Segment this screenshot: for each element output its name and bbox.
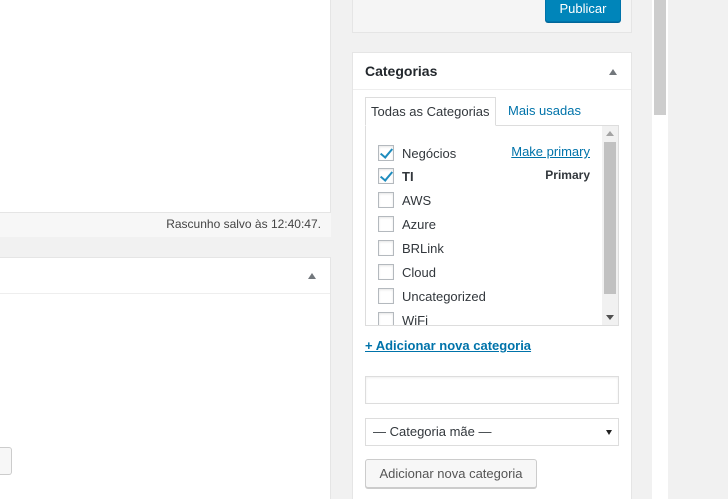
category-item-ti[interactable]: TI <box>378 167 414 185</box>
categories-title: Categorias <box>365 63 438 79</box>
primary-badge: Primary <box>545 168 590 182</box>
publish-button[interactable]: Publicar <box>545 0 621 22</box>
category-label: TI <box>402 168 414 184</box>
category-checkbox[interactable] <box>378 264 394 280</box>
left-metabox <box>0 257 331 499</box>
category-checkbox[interactable] <box>378 145 394 161</box>
scroll-up-arrow-icon[interactable] <box>606 131 614 136</box>
category-item-brlink[interactable]: BRLink <box>378 239 444 257</box>
new-category-name-input[interactable] <box>365 376 619 404</box>
category-checkbox[interactable] <box>378 288 394 304</box>
category-checkbox[interactable] <box>378 192 394 208</box>
category-item-uncategorized[interactable]: Uncategorized <box>378 287 486 305</box>
category-label: Uncategorized <box>402 288 486 304</box>
add-new-category-link[interactable]: + Adicionar nova categoria <box>365 338 531 353</box>
category-checkbox[interactable] <box>378 312 394 325</box>
category-label: WiFi <box>402 312 428 326</box>
left-partial-button[interactable] <box>0 447 12 475</box>
make-primary-link[interactable]: Make primary <box>511 144 590 159</box>
category-item-azure[interactable]: Azure <box>378 215 436 233</box>
parent-category-select-value: — Categoria mãe — <box>373 424 492 439</box>
category-item-negocios[interactable]: Negócios <box>378 144 456 162</box>
editor-area[interactable]: Rascunho salvo às 12:40:47. <box>0 0 331 237</box>
parent-category-select[interactable]: — Categoria mãe — <box>365 418 619 446</box>
collapse-arrow-icon[interactable] <box>308 273 316 279</box>
draft-saved-status: Rascunho salvo às 12:40:47. <box>166 217 321 231</box>
categories-header[interactable]: Categorias <box>353 53 631 90</box>
category-label: Negócios <box>402 145 457 161</box>
category-label: Cloud <box>402 264 436 280</box>
page-scrollbar-thumb[interactable] <box>654 0 666 115</box>
page-scrollbar[interactable] <box>652 0 668 499</box>
tab-most-used[interactable]: Mais usadas <box>508 103 581 118</box>
category-list-scrollbar[interactable] <box>602 126 618 325</box>
tab-all-categories[interactable]: Todas as Categorias <box>365 97 496 126</box>
category-item-aws[interactable]: AWS <box>378 191 431 209</box>
left-metabox-header[interactable] <box>0 258 330 294</box>
category-checkbox[interactable] <box>378 216 394 232</box>
category-checkbox[interactable] <box>378 240 394 256</box>
category-checkbox[interactable] <box>378 168 394 184</box>
category-item-wifi[interactable]: WiFi <box>378 311 428 326</box>
editor-status-bar: Rascunho salvo às 12:40:47. <box>0 212 331 237</box>
category-label: Azure <box>402 216 436 232</box>
caret-down-icon <box>606 430 612 435</box>
scrollbar-thumb[interactable] <box>604 142 616 294</box>
category-checklist[interactable]: Negócios Make primary TI Primary AWS Azu… <box>365 125 619 326</box>
category-label: BRLink <box>402 240 444 256</box>
add-new-category-button[interactable]: Adicionar nova categoria <box>365 459 537 488</box>
collapse-arrow-icon[interactable] <box>609 69 617 75</box>
category-label: AWS <box>402 192 432 208</box>
categories-metabox: Categorias Todas as Categorias Mais usad… <box>352 52 632 499</box>
category-item-cloud[interactable]: Cloud <box>378 263 436 281</box>
scroll-down-arrow-icon[interactable] <box>606 315 614 320</box>
